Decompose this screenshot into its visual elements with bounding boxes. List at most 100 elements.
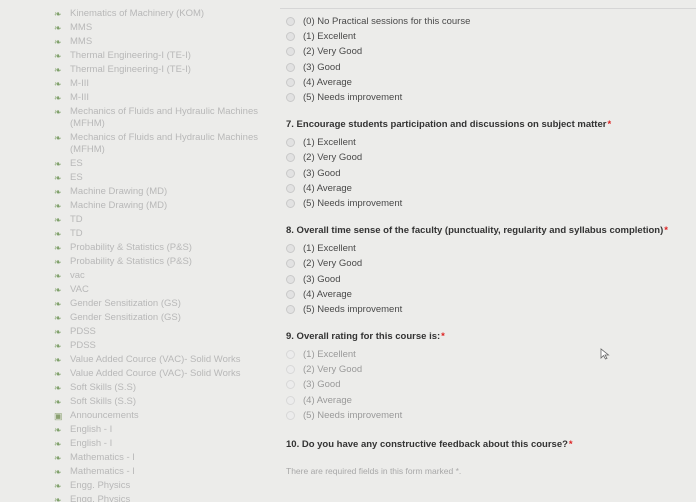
radio-option[interactable]: (4) Average [280,287,690,302]
course-icon: ❧ [54,243,62,253]
sidebar-item[interactable]: ❧ TD [54,228,266,240]
radio-button[interactable] [286,410,295,420]
sidebar-item[interactable]: ❧ Value Added Cource (VAC)- Solid Works [54,368,266,380]
radio-option[interactable]: (3) Good [280,166,690,181]
sidebar-item[interactable]: ❧ Mathematics - I [54,452,266,464]
radio-button[interactable] [286,380,295,390]
sidebar-item-label: English - I [70,438,113,449]
radio-button[interactable] [286,365,295,375]
required-mark: * [607,119,612,131]
sidebar-item[interactable]: ❧ ES [54,172,266,184]
radio-option[interactable]: (2) Very Good [280,150,690,165]
feedback-form: (0) No Practical sessions for this cours… [280,14,690,502]
radio-button[interactable] [286,77,295,87]
radio-button[interactable] [286,244,295,254]
radio-option[interactable]: (4) Average [280,181,690,196]
sidebar-item[interactable]: ❧ Soft Skills (S.S) [54,396,266,408]
course-icon: ❧ [54,495,62,502]
radio-option[interactable]: (4) Average [280,75,690,90]
radio-button[interactable] [286,93,295,103]
sidebar-item[interactable]: ❧ MMS [54,22,266,34]
sidebar-item[interactable]: ❧ English - I [54,424,266,436]
radio-option-label: (4) Average [303,182,352,194]
radio-button[interactable] [286,47,295,57]
radio-button[interactable] [286,350,295,360]
radio-option[interactable]: (1) Excellent [280,347,690,362]
radio-button[interactable] [286,138,295,148]
sidebar-item[interactable]: ❧ Thermal Engineering-I (TE-I) [54,64,266,76]
sidebar-item[interactable]: ❧ Mechanics of Fluids and Hydraulic Machi… [54,132,266,156]
radio-option[interactable]: (2) Very Good [280,256,690,271]
sidebar-item[interactable]: ❧ Probability & Statistics (P&S) [54,256,266,268]
radio-option[interactable]: (1) Excellent [280,135,690,150]
radio-option[interactable]: (5) Needs improvement [280,90,690,105]
radio-button[interactable] [286,168,295,178]
radio-button[interactable] [286,183,295,193]
sidebar-item-label: Kinematics of Machinery (KOM) [70,8,205,19]
sidebar-item[interactable]: ▣ Announcements [54,410,266,422]
radio-button[interactable] [286,289,295,299]
radio-option-label: (1) Excellent [303,137,356,149]
radio-button[interactable] [286,274,295,284]
sidebar-item[interactable]: ❧ Soft Skills (S.S) [54,382,266,394]
sidebar-item-label: Gender Sensitization (GS) [70,298,181,309]
radio-button[interactable] [286,259,295,269]
q9-title-text: 9. Overall rating for this course is: [286,331,441,342]
sidebar-item[interactable]: ❧ Value Added Cource (VAC)- Solid Works [54,354,266,366]
sidebar-item[interactable]: ❧ Mechanics of Fluids and Hydraulic Machi… [54,106,266,130]
sidebar-item[interactable]: ❧ Gender Sensitization (GS) [54,312,266,324]
sidebar-item[interactable]: ❧ PDSS [54,340,266,352]
sidebar-item[interactable]: ❧ VAC [54,284,266,296]
radio-button[interactable] [286,32,295,42]
radio-option[interactable]: (4) Average [280,393,690,408]
radio-option-label: (4) Average [303,394,352,406]
radio-button[interactable] [286,304,295,314]
radio-button[interactable] [286,17,295,27]
sidebar-item[interactable]: ❧ M-III [54,78,266,90]
sidebar-item[interactable]: ❧ TD [54,214,266,226]
sidebar-item[interactable]: ❧ Machine Drawing (MD) [54,200,266,212]
sidebar-item[interactable]: ❧ Engg. Physics [54,494,266,502]
radio-option[interactable]: (2) Very Good [280,362,690,377]
course-icon: ❧ [54,285,62,295]
radio-option[interactable]: (1) Excellent [280,241,690,256]
sidebar-item[interactable]: ❧ Engg. Physics [54,480,266,492]
radio-option[interactable]: (5) Needs improvement [280,302,690,317]
sidebar-item[interactable]: ❧ MMS [54,36,266,48]
radio-option[interactable]: (3) Good [280,271,690,286]
sidebar-item-label: Engg. Physics [70,494,131,502]
radio-button[interactable] [286,153,295,163]
radio-option[interactable]: (5) Needs improvement [280,196,690,211]
q8-title-text: 8. Overall time sense of the faculty (pu… [286,225,664,237]
sidebar-item-label: Mechanics of Fluids and Hydraulic Machin… [70,106,258,129]
radio-option[interactable]: (3) Good [280,377,690,392]
radio-option[interactable]: (3) Good [280,60,690,75]
sidebar-item[interactable]: ❧ Thermal Engineering-I (TE-I) [54,50,266,62]
radio-button[interactable] [286,62,295,72]
radio-button[interactable] [286,395,295,405]
radio-option-label: (5) Needs improvement [303,197,403,209]
course-icon: ❧ [54,299,62,309]
radio-option[interactable]: (2) Very Good [280,44,690,59]
sidebar-item[interactable]: ❧ Machine Drawing (MD) [54,186,266,198]
radio-option[interactable]: (0) No Practical sessions for this cours… [280,14,690,29]
sidebar-item[interactable]: ❧ M-III [54,92,266,104]
sidebar-item-label: Thermal Engineering-I (TE-I) [70,50,191,61]
radio-button[interactable] [286,198,295,208]
sidebar-item[interactable]: ❧ Probability & Statistics (P&S) [54,242,266,254]
sidebar-item[interactable]: ❧ vac [54,270,266,282]
sidebar-item-label: VAC [70,284,89,295]
course-icon: ❧ [54,173,62,183]
sidebar-item[interactable]: ❧ Kinematics of Machinery (KOM) [54,8,266,20]
sidebar-item[interactable]: ❧ ES [54,158,266,170]
required-mark: * [568,438,573,450]
radio-option-label: (4) Average [303,288,352,300]
radio-option[interactable]: (5) Needs improvement [280,408,690,423]
sidebar-item-label: English - I [70,424,113,435]
sidebar-item[interactable]: ❧ Mathematics - I [54,466,266,478]
sidebar-item[interactable]: ❧ PDSS [54,326,266,338]
sidebar-item[interactable]: ❧ English - I [54,438,266,450]
course-icon: ❧ [54,355,62,365]
radio-option[interactable]: (1) Excellent [280,29,690,44]
sidebar-item[interactable]: ❧ Gender Sensitization (GS) [54,298,266,310]
